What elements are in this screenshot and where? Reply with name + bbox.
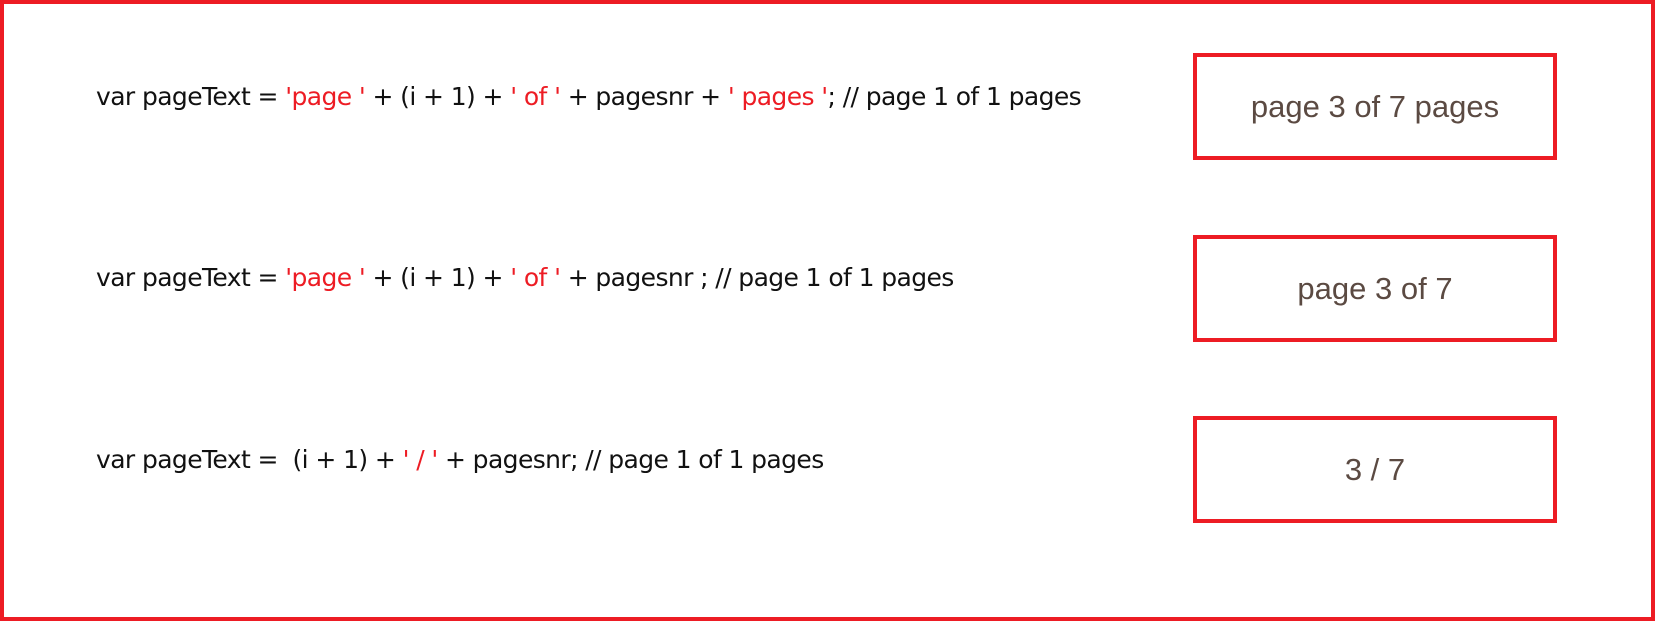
result-box-short-format: page 3 of 7 xyxy=(1193,235,1557,342)
string-literal-pages: ' pages ' xyxy=(727,82,828,111)
code-declaration: var pageText = xyxy=(96,82,286,111)
result-text: 3 / 7 xyxy=(1344,451,1406,487)
code-line-short-format: var pageText = 'page ' + (i + 1) + ' of … xyxy=(96,258,954,298)
result-text: page 3 of 7 xyxy=(1297,270,1453,306)
string-literal-page: 'page ' xyxy=(285,82,366,111)
code-expression: + (i + 1) + xyxy=(365,82,511,111)
code-declaration: var pageText = xyxy=(96,263,286,292)
string-literal-of: ' of ' xyxy=(510,263,561,292)
code-comment: ; // page 1 of 1 pages xyxy=(827,82,1082,111)
result-box-full-format: page 3 of 7 pages xyxy=(1193,53,1557,160)
diagram-frame: var pageText = 'page ' + (i + 1) + ' of … xyxy=(0,0,1655,621)
code-line-slash-format: var pageText = (i + 1) + ' / ' + pagesnr… xyxy=(96,440,824,480)
result-box-slash-format: 3 / 7 xyxy=(1193,416,1557,523)
result-text: page 3 of 7 pages xyxy=(1250,88,1500,124)
string-literal-slash: ' / ' xyxy=(402,445,439,474)
code-comment: + pagesnr ; // page 1 of 1 pages xyxy=(560,263,955,292)
code-line-full-format: var pageText = 'page ' + (i + 1) + ' of … xyxy=(96,77,1082,117)
code-expression: + pagesnr + xyxy=(560,82,728,111)
code-declaration: var pageText = (i + 1) + xyxy=(96,445,403,474)
code-comment: + pagesnr; // page 1 of 1 pages xyxy=(437,445,824,474)
string-literal-page: 'page ' xyxy=(285,263,366,292)
string-literal-of: ' of ' xyxy=(510,82,561,111)
code-expression: + (i + 1) + xyxy=(365,263,511,292)
